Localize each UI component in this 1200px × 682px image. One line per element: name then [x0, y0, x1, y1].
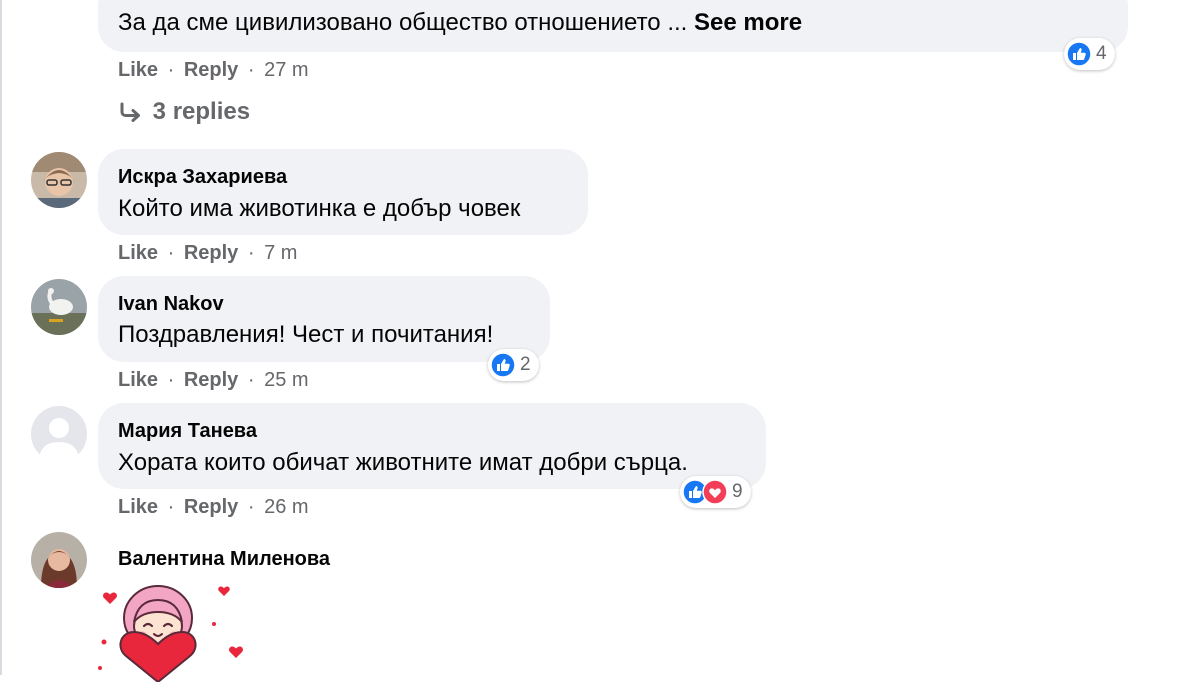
- comment-author[interactable]: Мария Танева: [118, 420, 257, 443]
- avatar-photo: [31, 279, 87, 335]
- comment-actions: Like · Reply · 26 m: [118, 496, 309, 519]
- like-icon: [1066, 41, 1092, 67]
- reaction-count: 2: [520, 354, 531, 375]
- girl-holding-heart-sticker[interactable]: [96, 582, 246, 682]
- comment-timestamp[interactable]: 7 m: [264, 242, 297, 264]
- separator: ·: [247, 369, 255, 391]
- love-icon: [702, 479, 728, 505]
- avatar[interactable]: [31, 279, 87, 335]
- comment-bubble: [98, 276, 550, 362]
- separator: ·: [247, 59, 255, 81]
- comment-actions: Like · Reply · 25 m: [118, 369, 309, 392]
- comment-text: За да сме цивилизовано общество отношени…: [118, 9, 802, 37]
- feed-left-border: [0, 0, 2, 675]
- view-replies-link[interactable]: 3 replies: [118, 98, 250, 126]
- like-button[interactable]: Like: [118, 369, 158, 391]
- like-button[interactable]: Like: [118, 242, 158, 264]
- comment-actions: Like · Reply · 27 m: [118, 59, 309, 82]
- avatar-photo: [31, 532, 87, 588]
- default-avatar-icon: [31, 406, 87, 462]
- like-button[interactable]: Like: [118, 59, 158, 81]
- reply-button[interactable]: Reply: [184, 59, 238, 81]
- reaction-count: 9: [732, 481, 743, 502]
- comment-text: Поздравления! Чест и почитания!: [118, 321, 494, 348]
- see-more-link[interactable]: See more: [694, 9, 802, 36]
- comment-text: Хората които обичат животните имат добри…: [118, 449, 688, 476]
- comment-author[interactable]: Валентина Миленова: [118, 548, 330, 571]
- reply-button[interactable]: Reply: [184, 242, 238, 264]
- like-button[interactable]: Like: [118, 496, 158, 518]
- separator: ·: [247, 496, 255, 518]
- avatar[interactable]: [31, 406, 87, 462]
- separator: ·: [247, 242, 255, 264]
- comment-timestamp[interactable]: 26 m: [264, 496, 308, 518]
- separator: ·: [167, 496, 175, 518]
- reaction-summary[interactable]: 4: [1064, 38, 1115, 70]
- reply-button[interactable]: Reply: [184, 369, 238, 391]
- comment-text-body: За да сме цивилизовано общество отношени…: [118, 9, 688, 36]
- avatar-photo: [31, 152, 87, 208]
- comment-actions: Like · Reply · 7 m: [118, 242, 297, 265]
- replies-count-label: 3 replies: [152, 98, 251, 125]
- separator: ·: [167, 369, 175, 391]
- like-icon: [490, 352, 516, 378]
- reply-arrow-icon: [120, 102, 140, 122]
- comment-text: Който има животинка е добър човек: [118, 195, 521, 222]
- comment-author[interactable]: Искра Захариева: [118, 166, 287, 189]
- avatar[interactable]: [31, 152, 87, 208]
- reply-button[interactable]: Reply: [184, 496, 238, 518]
- comment-timestamp[interactable]: 27 m: [264, 59, 308, 81]
- separator: ·: [167, 242, 175, 264]
- reaction-count: 4: [1096, 43, 1107, 64]
- reaction-summary[interactable]: 9: [680, 476, 751, 508]
- reaction-summary[interactable]: 2: [488, 349, 539, 381]
- separator: ·: [167, 59, 175, 81]
- comment-author[interactable]: Ivan Nakov: [118, 293, 224, 316]
- comment-timestamp[interactable]: 25 m: [264, 369, 308, 391]
- avatar[interactable]: [31, 532, 87, 588]
